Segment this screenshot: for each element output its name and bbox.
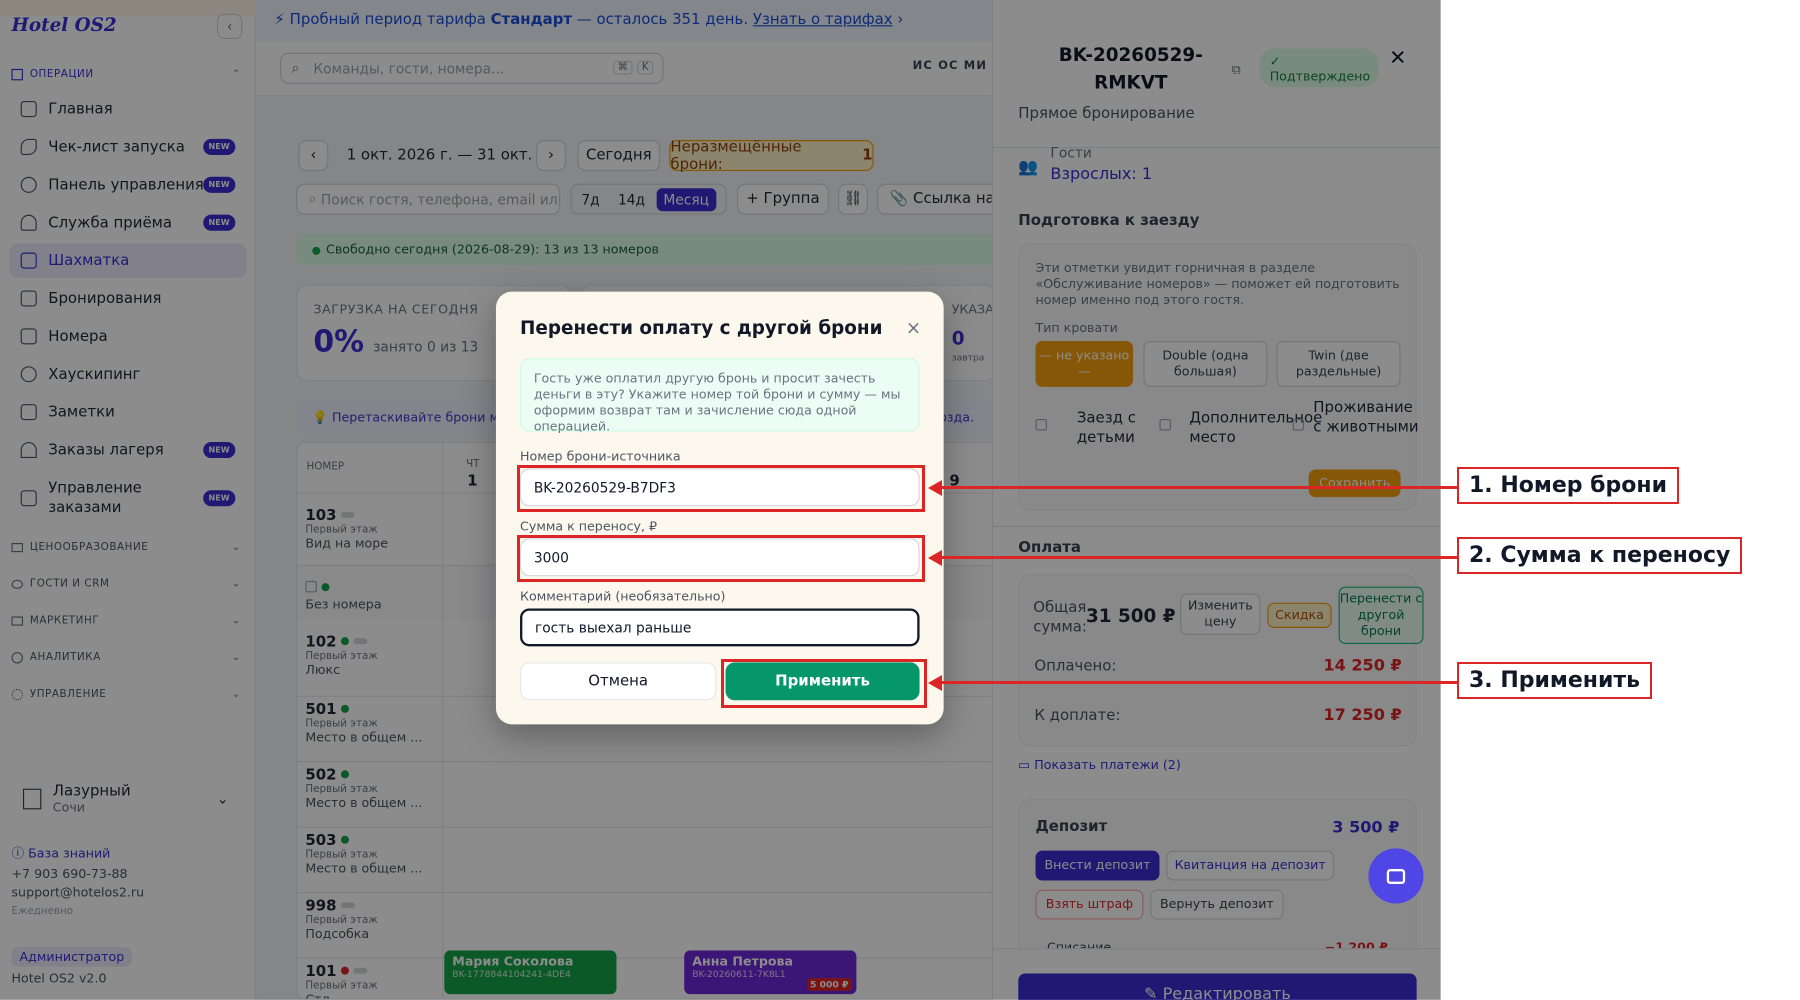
arrow-line [940, 486, 1457, 489]
source-booking-label: Номер брони-источника [520, 448, 681, 464]
transfer-amount-label: Сумма к переносу, ₽ [520, 518, 658, 534]
callout-step-3: 3. Применить [1457, 662, 1653, 699]
cancel-button[interactable]: Отмена [520, 662, 717, 701]
screenshot-stage: Hotel OS2 ‹ ОПЕРАЦИИ ⌃ Главная Чек-лист … [0, 0, 1800, 1000]
close-dialog-button[interactable]: × [906, 317, 921, 339]
chat-icon [1386, 868, 1406, 884]
arrow-line [940, 681, 1457, 684]
chat-button[interactable] [1368, 848, 1424, 904]
dialog-title: Перенести оплату с другой брони [520, 316, 883, 339]
highlight-transfer-amount [517, 535, 925, 582]
comment-label: Комментарий (необязательно) [520, 588, 726, 604]
dialog-info: Гость уже оплатил другую бронь и просит … [520, 358, 920, 434]
callout-step-2: 2. Сумма к переносу [1457, 537, 1743, 574]
callout-step-1: 1. Номер брони [1457, 467, 1679, 504]
comment-input[interactable]: гость выехал раньше [520, 608, 920, 647]
highlight-source-booking [517, 465, 925, 512]
highlight-apply-button [721, 659, 927, 708]
arrow-line [940, 556, 1457, 559]
